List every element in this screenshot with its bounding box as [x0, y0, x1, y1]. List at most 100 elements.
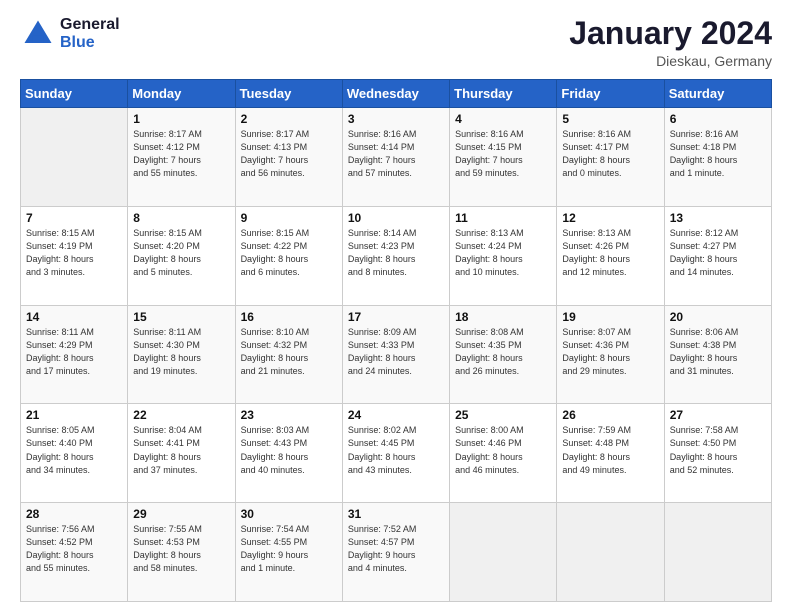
calendar-cell: 8Sunrise: 8:15 AM Sunset: 4:20 PM Daylig…: [128, 206, 235, 305]
day-number: 18: [455, 310, 551, 324]
day-info: Sunrise: 7:54 AM Sunset: 4:55 PM Dayligh…: [241, 523, 337, 575]
day-number: 23: [241, 408, 337, 422]
col-thursday: Thursday: [450, 80, 557, 108]
calendar-cell: 21Sunrise: 8:05 AM Sunset: 4:40 PM Dayli…: [21, 404, 128, 503]
calendar-cell: 25 Sunrise: 8:00 AM Sunset: 4:46 PM Dayli…: [450, 404, 557, 503]
calendar-cell: 30 Sunrise: 7:54 AM Sunset: 4:55 PM Dayli…: [235, 503, 342, 602]
calendar-cell: 28 Sunrise: 7:56 AM Sunset: 4:52 PM Dayli…: [21, 503, 128, 602]
day-number: 15: [133, 310, 229, 324]
location: Dieskau, Germany: [569, 53, 772, 69]
calendar-cell: 15Sunrise: 8:11 AM Sunset: 4:30 PM Dayli…: [128, 305, 235, 404]
day-info: Sunrise: 8:04 AM Sunset: 4:41 PM Dayligh…: [133, 424, 229, 476]
day-info: Sunrise: 8:15 AM Sunset: 4:22 PM Dayligh…: [241, 227, 337, 279]
day-info: Sunrise: 8:13 AM Sunset: 4:24 PM Dayligh…: [455, 227, 551, 279]
calendar-week-0: 1 Sunrise: 8:17 AM Sunset: 4:12 PM Daylig…: [21, 108, 772, 207]
calendar-cell: 9 Sunrise: 8:15 AM Sunset: 4:22 PM Daylig…: [235, 206, 342, 305]
col-tuesday: Tuesday: [235, 80, 342, 108]
calendar-header-row: Sunday Monday Tuesday Wednesday Thursday…: [21, 80, 772, 108]
month-year: January 2024: [569, 16, 772, 51]
calendar-cell: 6 Sunrise: 8:16 AM Sunset: 4:18 PM Daylig…: [664, 108, 771, 207]
day-number: 5: [562, 112, 658, 126]
day-number: 6: [670, 112, 766, 126]
day-info: Sunrise: 7:56 AM Sunset: 4:52 PM Dayligh…: [26, 523, 122, 575]
day-info: Sunrise: 7:52 AM Sunset: 4:57 PM Dayligh…: [348, 523, 444, 575]
calendar-cell: 26 Sunrise: 7:59 AM Sunset: 4:48 PM Dayli…: [557, 404, 664, 503]
day-number: 1: [133, 112, 229, 126]
calendar-week-4: 28 Sunrise: 7:56 AM Sunset: 4:52 PM Dayli…: [21, 503, 772, 602]
logo-general: General: [60, 16, 120, 33]
day-info: Sunrise: 8:00 AM Sunset: 4:46 PM Dayligh…: [455, 424, 551, 476]
col-friday: Friday: [557, 80, 664, 108]
title-block: January 2024 Dieskau, Germany: [569, 16, 772, 69]
day-info: Sunrise: 8:12 AM Sunset: 4:27 PM Dayligh…: [670, 227, 766, 279]
calendar-cell: 27 Sunrise: 7:58 AM Sunset: 4:50 PM Dayli…: [664, 404, 771, 503]
day-info: Sunrise: 8:09 AM Sunset: 4:33 PM Dayligh…: [348, 326, 444, 378]
col-monday: Monday: [128, 80, 235, 108]
day-number: 20: [670, 310, 766, 324]
calendar-cell: 14Sunrise: 8:11 AM Sunset: 4:29 PM Dayli…: [21, 305, 128, 404]
header: General Blue January 2024 Dieskau, Germa…: [20, 16, 772, 69]
logo-icon: [20, 16, 56, 52]
day-number: 3: [348, 112, 444, 126]
calendar-cell: [557, 503, 664, 602]
calendar-cell: 13 Sunrise: 8:12 AM Sunset: 4:27 PM Dayli…: [664, 206, 771, 305]
calendar-cell: 22Sunrise: 8:04 AM Sunset: 4:41 PM Dayli…: [128, 404, 235, 503]
day-number: 7: [26, 211, 122, 225]
calendar-cell: 2Sunrise: 8:17 AM Sunset: 4:13 PM Daylig…: [235, 108, 342, 207]
day-number: 25: [455, 408, 551, 422]
day-info: Sunrise: 8:07 AM Sunset: 4:36 PM Dayligh…: [562, 326, 658, 378]
calendar-cell: 24 Sunrise: 8:02 AM Sunset: 4:45 PM Dayli…: [342, 404, 449, 503]
calendar-cell: 29 Sunrise: 7:55 AM Sunset: 4:53 PM Dayli…: [128, 503, 235, 602]
calendar-cell: 10 Sunrise: 8:14 AM Sunset: 4:23 PM Dayli…: [342, 206, 449, 305]
day-info: Sunrise: 8:16 AM Sunset: 4:14 PM Dayligh…: [348, 128, 444, 180]
day-info: Sunrise: 7:55 AM Sunset: 4:53 PM Dayligh…: [133, 523, 229, 575]
day-info: Sunrise: 8:05 AM Sunset: 4:40 PM Dayligh…: [26, 424, 122, 476]
calendar-table: Sunday Monday Tuesday Wednesday Thursday…: [20, 79, 772, 602]
day-info: Sunrise: 8:14 AM Sunset: 4:23 PM Dayligh…: [348, 227, 444, 279]
calendar-cell: [21, 108, 128, 207]
logo-blue: Blue: [60, 34, 95, 51]
day-info: Sunrise: 8:08 AM Sunset: 4:35 PM Dayligh…: [455, 326, 551, 378]
day-number: 13: [670, 211, 766, 225]
day-number: 29: [133, 507, 229, 521]
col-wednesday: Wednesday: [342, 80, 449, 108]
day-info: Sunrise: 7:58 AM Sunset: 4:50 PM Dayligh…: [670, 424, 766, 476]
logo-text: General Blue: [60, 16, 120, 51]
calendar-week-3: 21Sunrise: 8:05 AM Sunset: 4:40 PM Dayli…: [21, 404, 772, 503]
day-info: Sunrise: 8:17 AM Sunset: 4:12 PM Dayligh…: [133, 128, 229, 180]
day-number: 8: [133, 211, 229, 225]
day-number: 24: [348, 408, 444, 422]
day-number: 28: [26, 507, 122, 521]
calendar-cell: 17 Sunrise: 8:09 AM Sunset: 4:33 PM Dayli…: [342, 305, 449, 404]
day-info: Sunrise: 8:16 AM Sunset: 4:18 PM Dayligh…: [670, 128, 766, 180]
calendar-week-1: 7 Sunrise: 8:15 AM Sunset: 4:19 PM Daylig…: [21, 206, 772, 305]
day-info: Sunrise: 8:16 AM Sunset: 4:15 PM Dayligh…: [455, 128, 551, 180]
day-number: 30: [241, 507, 337, 521]
day-number: 27: [670, 408, 766, 422]
day-info: Sunrise: 8:15 AM Sunset: 4:19 PM Dayligh…: [26, 227, 122, 279]
col-saturday: Saturday: [664, 80, 771, 108]
calendar-cell: 4 Sunrise: 8:16 AM Sunset: 4:15 PM Daylig…: [450, 108, 557, 207]
day-info: Sunrise: 8:13 AM Sunset: 4:26 PM Dayligh…: [562, 227, 658, 279]
day-number: 26: [562, 408, 658, 422]
day-info: Sunrise: 8:16 AM Sunset: 4:17 PM Dayligh…: [562, 128, 658, 180]
page: General Blue January 2024 Dieskau, Germa…: [0, 0, 792, 612]
day-number: 10: [348, 211, 444, 225]
day-info: Sunrise: 8:02 AM Sunset: 4:45 PM Dayligh…: [348, 424, 444, 476]
logo: General Blue: [20, 16, 120, 52]
day-info: Sunrise: 7:59 AM Sunset: 4:48 PM Dayligh…: [562, 424, 658, 476]
calendar-cell: 7 Sunrise: 8:15 AM Sunset: 4:19 PM Daylig…: [21, 206, 128, 305]
day-info: Sunrise: 8:10 AM Sunset: 4:32 PM Dayligh…: [241, 326, 337, 378]
calendar-cell: 23Sunrise: 8:03 AM Sunset: 4:43 PM Dayli…: [235, 404, 342, 503]
calendar-cell: 18 Sunrise: 8:08 AM Sunset: 4:35 PM Dayli…: [450, 305, 557, 404]
col-sunday: Sunday: [21, 80, 128, 108]
day-number: 17: [348, 310, 444, 324]
day-info: Sunrise: 8:06 AM Sunset: 4:38 PM Dayligh…: [670, 326, 766, 378]
day-number: 9: [241, 211, 337, 225]
day-number: 4: [455, 112, 551, 126]
day-number: 12: [562, 211, 658, 225]
day-number: 31: [348, 507, 444, 521]
calendar-cell: [664, 503, 771, 602]
calendar-cell: 1 Sunrise: 8:17 AM Sunset: 4:12 PM Daylig…: [128, 108, 235, 207]
calendar-week-2: 14Sunrise: 8:11 AM Sunset: 4:29 PM Dayli…: [21, 305, 772, 404]
